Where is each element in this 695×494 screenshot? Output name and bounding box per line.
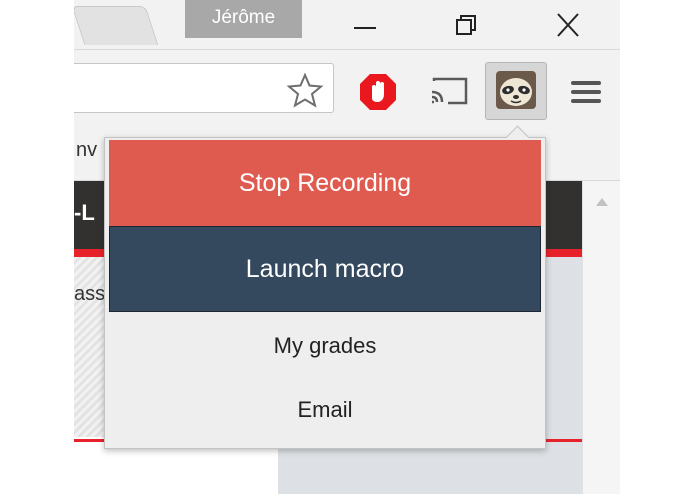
extension-popup: Stop Recording Launch macro My grades Em… [104,125,546,449]
stop-recording-button[interactable]: Stop Recording [109,140,541,226]
scroll-up-icon[interactable] [595,197,609,207]
my-grades-link[interactable]: My grades [109,326,541,366]
extension-button[interactable] [485,62,547,120]
site-logo-text: -L [74,200,95,225]
cast-icon[interactable] [428,75,470,107]
toolbar [74,49,620,125]
menu-icon[interactable] [568,75,604,109]
page-text-fragment: ass [74,283,106,305]
close-icon[interactable] [550,8,586,42]
scrollbar[interactable] [582,181,620,494]
bookmark-item[interactable]: nv [76,139,97,162]
sloth-extension-icon [496,71,536,109]
browser-tab[interactable] [74,6,159,45]
profile-name[interactable]: Jérôme [185,0,302,38]
adblock-icon[interactable] [358,72,398,112]
launch-macro-button[interactable]: Launch macro [109,226,541,312]
restore-icon[interactable] [448,8,484,42]
email-link[interactable]: Email [109,390,541,430]
title-bar: Jérôme [74,0,620,48]
star-icon[interactable] [286,72,324,108]
minimize-icon[interactable] [346,8,382,42]
